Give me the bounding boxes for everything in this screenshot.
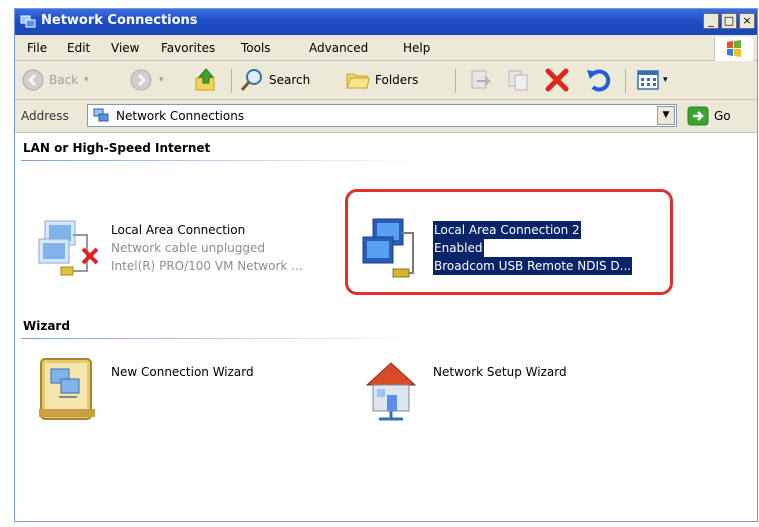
go-label: Go xyxy=(714,109,731,123)
close-button[interactable]: × xyxy=(739,13,755,29)
maximize-button[interactable]: □ xyxy=(721,13,737,29)
explorer-window: Network Connections _ □ × File Edit View… xyxy=(14,8,758,522)
menu-tools[interactable]: Tools xyxy=(241,41,271,55)
wizard-label: Network Setup Wizard xyxy=(433,363,567,381)
group-title-lan: LAN or High-Speed Internet xyxy=(23,141,211,155)
menu-view[interactable]: View xyxy=(111,41,139,55)
address-value: Network Connections xyxy=(116,109,245,123)
group-title-wizard: Wizard xyxy=(23,319,70,333)
window-title: Network Connections xyxy=(41,13,198,28)
network-connections-icon xyxy=(93,108,109,122)
group-divider xyxy=(21,160,421,161)
delete-button[interactable] xyxy=(543,66,571,94)
move-to-button[interactable] xyxy=(467,66,493,94)
copy-to-button[interactable] xyxy=(505,66,531,94)
toolbar-separator xyxy=(455,69,456,93)
copy-to-icon xyxy=(508,70,528,91)
network-setup-wizard-icon xyxy=(365,362,417,421)
toolbar: Back ▾ ▾ Search Folders ▾ xyxy=(15,61,757,100)
views-dropdown-icon[interactable]: ▾ xyxy=(663,75,668,85)
menu-file[interactable]: File xyxy=(27,41,47,55)
connection-details: Local Area Connection Network cable unpl… xyxy=(111,221,303,275)
folders-button[interactable]: Folders xyxy=(345,66,418,94)
search-button[interactable]: Search xyxy=(239,66,310,94)
new-connection-wizard-icon xyxy=(39,358,95,420)
folders-label: Folders xyxy=(375,73,419,87)
content-pane: LAN or High-Speed Internet Local Area Co… xyxy=(15,133,757,521)
menu-edit[interactable]: Edit xyxy=(67,41,90,55)
network-connections-icon xyxy=(20,15,36,28)
go-button[interactable]: Go xyxy=(687,105,731,127)
connection-name: Local Area Connection xyxy=(111,223,246,237)
folder-up-icon xyxy=(195,68,215,91)
connection-device: Intel(R) PRO/100 VM Network ... xyxy=(111,259,303,273)
toolbar-separator xyxy=(625,69,626,93)
address-bar: Address Network Connections ▼ Go xyxy=(15,100,757,133)
forward-button[interactable]: ▾ xyxy=(129,66,164,94)
windows-flag-icon xyxy=(727,40,741,57)
menu-advanced[interactable]: Advanced xyxy=(309,41,368,55)
back-arrow-icon xyxy=(22,69,44,91)
views-button[interactable]: ▾ xyxy=(635,66,668,94)
move-to-icon xyxy=(471,70,492,89)
address-dropdown-icon[interactable]: ▼ xyxy=(657,106,675,125)
connection-status: Network cable unplugged xyxy=(111,241,266,255)
wizard-label: New Connection Wizard xyxy=(111,363,254,381)
forward-dropdown-icon[interactable]: ▾ xyxy=(159,75,164,85)
network-disconnected-icon xyxy=(38,220,99,276)
menu-bar: File Edit View Favorites Tools Advanced … xyxy=(15,36,757,61)
menu-favorites[interactable]: Favorites xyxy=(161,41,215,55)
menu-help[interactable]: Help xyxy=(403,41,430,55)
minimize-button[interactable]: _ xyxy=(703,13,719,29)
undo-button[interactable] xyxy=(585,66,613,94)
search-label: Search xyxy=(269,73,311,87)
forward-arrow-icon xyxy=(130,69,152,91)
views-icon xyxy=(637,70,659,90)
wizard-name: Network Setup Wizard xyxy=(433,365,567,379)
back-label: Back xyxy=(49,73,79,87)
windows-logo xyxy=(714,37,753,61)
search-icon xyxy=(240,69,262,91)
wizard-name: New Connection Wizard xyxy=(111,365,254,379)
up-button[interactable] xyxy=(193,66,219,94)
group-divider xyxy=(21,338,421,339)
back-dropdown-icon[interactable]: ▾ xyxy=(84,75,89,85)
back-button[interactable]: Back ▾ xyxy=(21,66,89,94)
undo-icon xyxy=(587,69,611,92)
toolbar-separator xyxy=(231,69,232,93)
red-highlight-outline xyxy=(345,189,673,295)
folders-icon xyxy=(346,73,370,89)
go-arrow-icon xyxy=(687,106,709,126)
address-input[interactable]: Network Connections ▼ xyxy=(87,104,677,127)
address-label: Address xyxy=(21,109,69,123)
delete-x-icon xyxy=(545,68,569,92)
title-bar[interactable]: Network Connections _ □ × xyxy=(15,9,757,35)
